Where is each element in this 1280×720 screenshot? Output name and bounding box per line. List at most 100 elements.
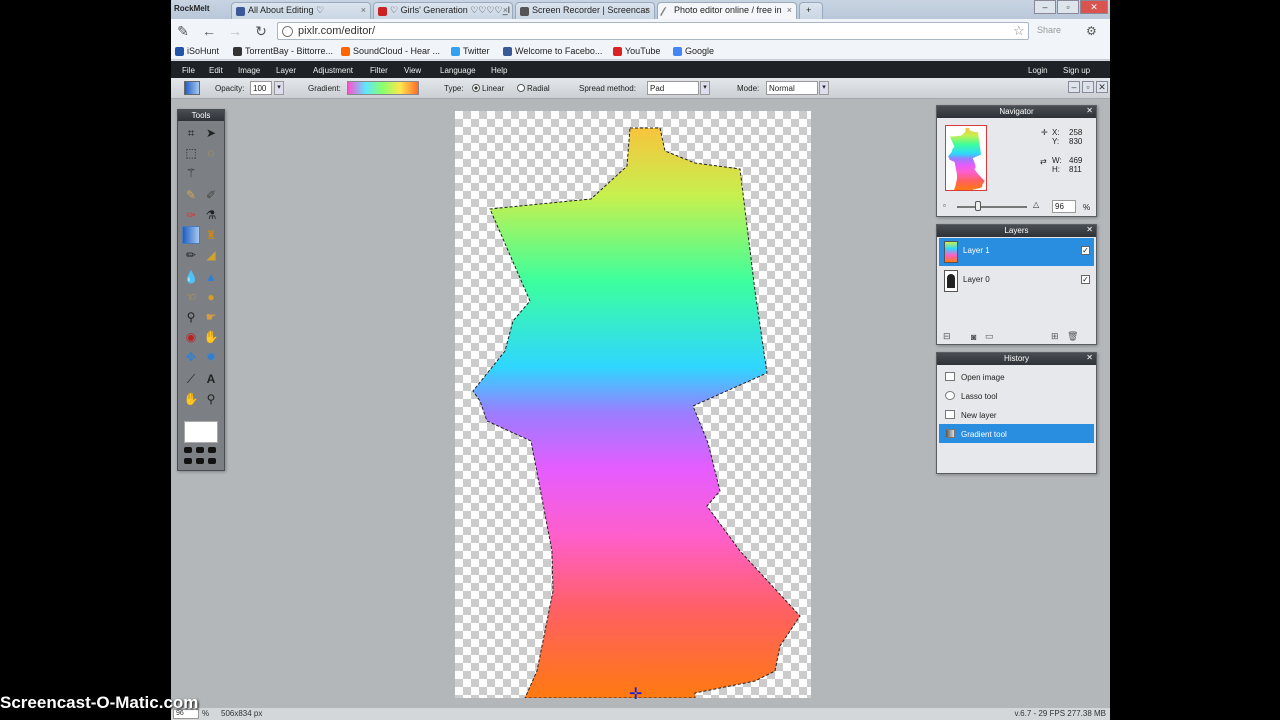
bloat-tool-icon[interactable]: ✥ (183, 349, 199, 365)
tab-screen-recorder[interactable]: Screen Recorder | Screencas × (515, 2, 655, 19)
layer-style-icon[interactable]: ▭ (985, 331, 994, 342)
drawing-tool-icon[interactable]: ◢ (203, 247, 219, 263)
zoom-slider[interactable] (957, 206, 1027, 208)
menu-image[interactable]: Image (238, 66, 260, 75)
menu-layer[interactable]: Layer (276, 66, 296, 75)
pencil-tool-icon[interactable]: ✎ (183, 187, 199, 203)
zoom-input[interactable]: 96 (1052, 200, 1076, 213)
bookmark-torrentbay[interactable]: TorrentBay - Bittorre... (233, 46, 333, 56)
visibility-checkbox[interactable]: ✓ (1081, 275, 1090, 284)
close-icon[interactable]: × (361, 5, 366, 15)
share-button[interactable]: Share (1037, 25, 1061, 35)
view-button[interactable] (208, 458, 216, 464)
menu-help[interactable]: Help (491, 66, 507, 75)
type-tool-icon[interactable]: A (203, 371, 219, 387)
view-button[interactable] (196, 447, 204, 453)
bookmark-google[interactable]: Google (673, 46, 714, 56)
zoom-out-icon[interactable]: ▫ (943, 201, 946, 210)
marquee-tool-icon[interactable]: ⬚ (183, 145, 199, 161)
burn-tool-icon[interactable]: ☛ (203, 309, 219, 325)
color-swatch[interactable] (184, 421, 218, 443)
tab-girls-generation[interactable]: ♡ Girls' Generation ♡♡♡♡_I × (373, 2, 513, 19)
address-bar[interactable]: pixlr.com/editor/ (277, 22, 1029, 40)
zoom-in-icon[interactable]: △ (1033, 200, 1039, 209)
back-button[interactable]: ← (201, 23, 217, 39)
dodge-tool-icon[interactable]: ⚲ (183, 309, 199, 325)
view-button[interactable] (196, 458, 204, 464)
view-button[interactable] (208, 447, 216, 453)
layer-settings-icon[interactable]: ⊟ (943, 331, 951, 342)
menu-adjustment[interactable]: Adjustment (313, 66, 353, 75)
bookmark-isohunt[interactable]: iSoHunt (175, 46, 219, 56)
app-minimize-button[interactable]: – (1068, 81, 1080, 93)
wand-tool-icon[interactable]: ⚚ (183, 165, 199, 181)
wrench-icon[interactable]: ⚙ (1086, 24, 1097, 38)
browser-brand[interactable]: RockMelt (174, 4, 210, 13)
bookmark-soundcloud[interactable]: SoundCloud - Hear ... (341, 46, 440, 56)
opacity-input[interactable]: 100 (250, 81, 272, 95)
menu-language[interactable]: Language (440, 66, 476, 75)
menu-filter[interactable]: Filter (370, 66, 388, 75)
move-tool-icon[interactable]: ➤ (203, 125, 219, 141)
spread-method-select[interactable]: Pad (647, 81, 699, 95)
zoom-tool-icon[interactable]: ⚲ (203, 391, 219, 407)
layer-mask-icon[interactable]: ◙ (971, 332, 976, 342)
mode-dropdown[interactable]: ▾ (819, 81, 829, 95)
pinch-tool-icon[interactable]: ✹ (203, 349, 219, 365)
type-radial-radio[interactable]: Radial (517, 84, 550, 93)
lasso-tool-icon[interactable]: ◌ (203, 145, 219, 161)
star-icon[interactable]: ☆ (1013, 23, 1025, 39)
spot-heal-tool-icon[interactable]: ✋ (203, 329, 219, 345)
bookmark-youtube[interactable]: YouTube (613, 46, 660, 56)
menu-file[interactable]: File (182, 66, 195, 75)
gradient-tool-button[interactable] (182, 226, 200, 244)
forward-button[interactable]: → (227, 23, 243, 39)
history-item-selected[interactable]: Gradient tool (939, 424, 1094, 443)
maximize-button[interactable]: ▫ (1057, 0, 1079, 14)
new-tab-button[interactable]: + (799, 2, 823, 19)
replace-tool-icon[interactable]: ⚗ (203, 207, 219, 223)
bookmark-twitter[interactable]: Twitter (451, 46, 490, 56)
window-close-button[interactable]: ✕ (1080, 0, 1108, 14)
navigator-thumbnail[interactable] (945, 125, 987, 191)
opacity-dropdown[interactable]: ▾ (274, 81, 284, 95)
sharpen-tool-icon[interactable]: ▲ (203, 269, 219, 285)
history-item[interactable]: Open image (939, 367, 1094, 386)
minimize-button[interactable]: – (1034, 0, 1056, 14)
close-icon[interactable]: × (787, 5, 792, 15)
menu-view[interactable]: View (404, 66, 421, 75)
blur-tool-icon[interactable]: 💧 (183, 269, 199, 285)
bookmark-facebook[interactable]: Welcome to Facebo... (503, 46, 602, 56)
layer-row-0[interactable]: Layer 0 ✓ (939, 267, 1094, 295)
close-icon[interactable]: × (645, 5, 650, 15)
close-icon[interactable]: ✕ (1086, 353, 1093, 362)
zoom-slider-handle[interactable] (975, 201, 981, 211)
app-close-button[interactable]: ✕ (1096, 81, 1108, 93)
close-icon[interactable]: ✕ (1086, 106, 1093, 115)
eraser-tool-icon[interactable]: ✑ (183, 207, 199, 223)
red-eye-tool-icon[interactable]: ◉ (183, 329, 199, 345)
smudge-tool-icon[interactable]: ☜ (183, 289, 199, 305)
login-link[interactable]: Login (1028, 66, 1048, 75)
spread-method-dropdown[interactable]: ▾ (700, 81, 710, 95)
tab-all-about-editing[interactable]: All About Editing ♡ × (231, 2, 371, 19)
new-layer-icon[interactable]: ⊞ (1051, 331, 1059, 342)
reload-button[interactable]: ↻ (253, 23, 269, 39)
brush-tool-icon[interactable]: ✐ (203, 187, 219, 203)
tab-photo-editor[interactable]: Photo editor online / free in × (657, 2, 797, 19)
workspace[interactable]: ✛ Tools ⌗ ➤ ⬚ ◌ ⚚ ✎ ✐ ✑ ⚗ ♜ ✏ ◢ 💧 ▲ ☜ ● … (171, 99, 1110, 708)
layer-row-1[interactable]: Layer 1 ✓ (939, 238, 1094, 266)
history-item[interactable]: New layer (939, 405, 1094, 424)
signup-link[interactable]: Sign up (1063, 66, 1090, 75)
mode-select[interactable]: Normal (766, 81, 818, 95)
app-maximize-button[interactable]: ▫ (1082, 81, 1094, 93)
close-icon[interactable]: ✕ (1086, 225, 1093, 234)
close-icon[interactable]: × (503, 5, 508, 15)
edit-icon[interactable]: ✎ (175, 23, 191, 39)
menu-edit[interactable]: Edit (209, 66, 223, 75)
sponge-tool-icon[interactable]: ● (203, 289, 219, 305)
history-item[interactable]: Lasso tool (939, 386, 1094, 405)
delete-layer-icon[interactable]: 🗑 (1067, 331, 1078, 342)
stamp-tool-icon[interactable]: ♜ (203, 227, 219, 243)
visibility-checkbox[interactable]: ✓ (1081, 246, 1090, 255)
